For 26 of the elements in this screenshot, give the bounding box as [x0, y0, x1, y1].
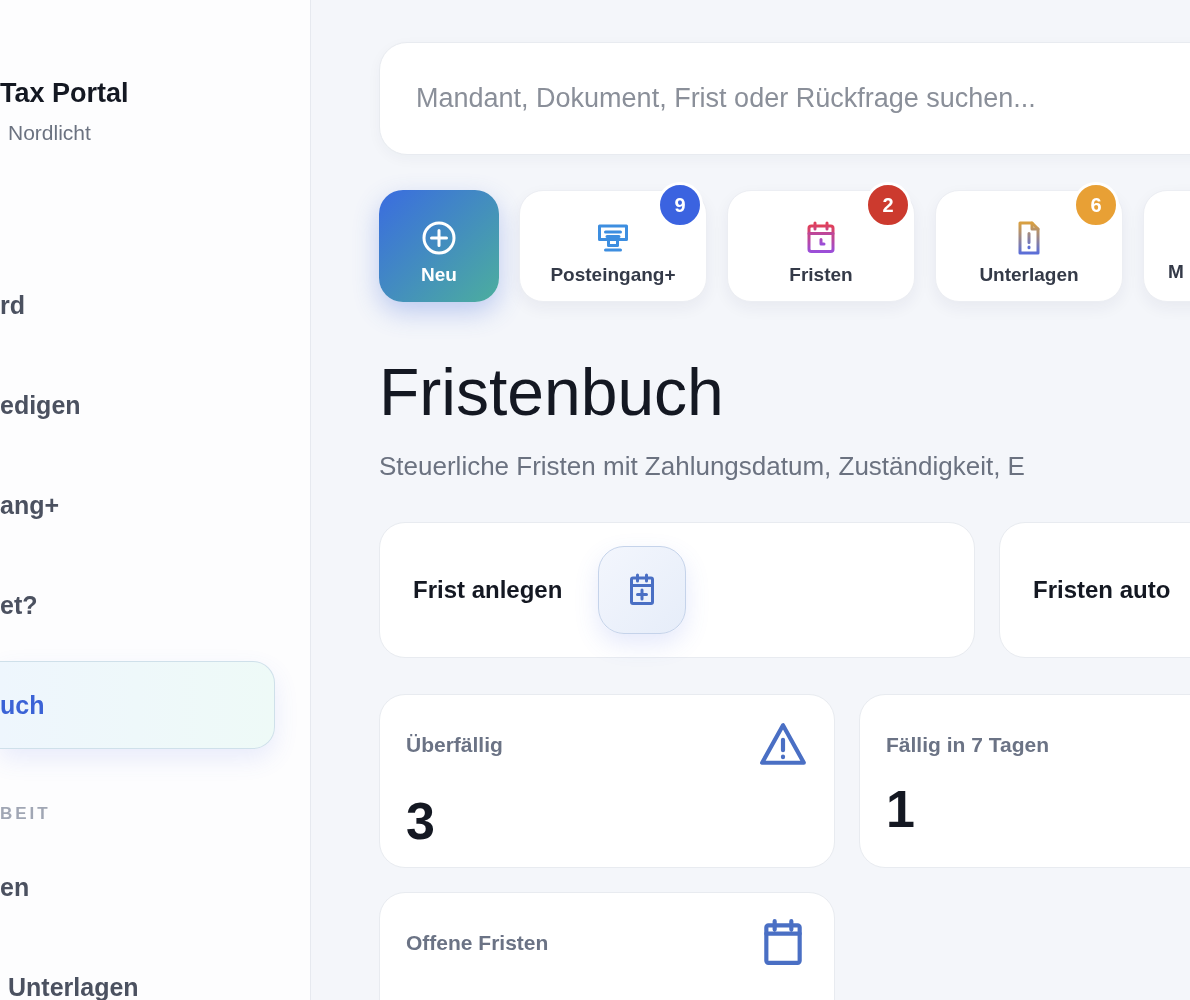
count-badge: 2: [865, 182, 911, 228]
nav-item[interactable]: ang+: [0, 461, 275, 549]
stat-label: Überfällig: [406, 733, 503, 757]
stat-label: Offene Fristen: [406, 931, 549, 955]
count-badge: 9: [657, 182, 703, 228]
add-button[interactable]: [598, 546, 687, 634]
nav-item[interactable]: et?: [0, 561, 275, 649]
nav-item[interactable]: rd: [0, 261, 275, 349]
action-label: Fristen auto: [1033, 576, 1171, 604]
shortcut-button[interactable]: M: [1143, 190, 1190, 302]
section-label: BEIT: [0, 805, 52, 823]
app-subtitle: Nordlicht: [7, 120, 92, 146]
count-badge: 6: [1073, 182, 1119, 228]
nav-item[interactable]: uch: [0, 661, 275, 749]
plus-circle-icon: [421, 220, 457, 256]
stat-label: Fällig in 7 Tagen: [886, 733, 1049, 757]
stat-value: 3: [406, 791, 436, 851]
page-subtitle: Steuerliche Fristen mit Zahlungsdatum, Zuständigkeit, E: [379, 450, 1026, 483]
nav-item[interactable]: edigen: [0, 361, 275, 449]
nav-item[interactable]: Unterlagen: [0, 943, 275, 1000]
search-field[interactable]: Mandant, Dokument, Frist oder Rückfrage suchen...: [379, 42, 1190, 155]
stat-value: 1: [886, 779, 916, 839]
app-title: Tax Portal: [0, 77, 130, 110]
page-title: Fristenbuch: [379, 354, 725, 431]
action-label: Frist anlegen: [413, 576, 563, 604]
nav-item[interactable]: en: [0, 843, 275, 931]
